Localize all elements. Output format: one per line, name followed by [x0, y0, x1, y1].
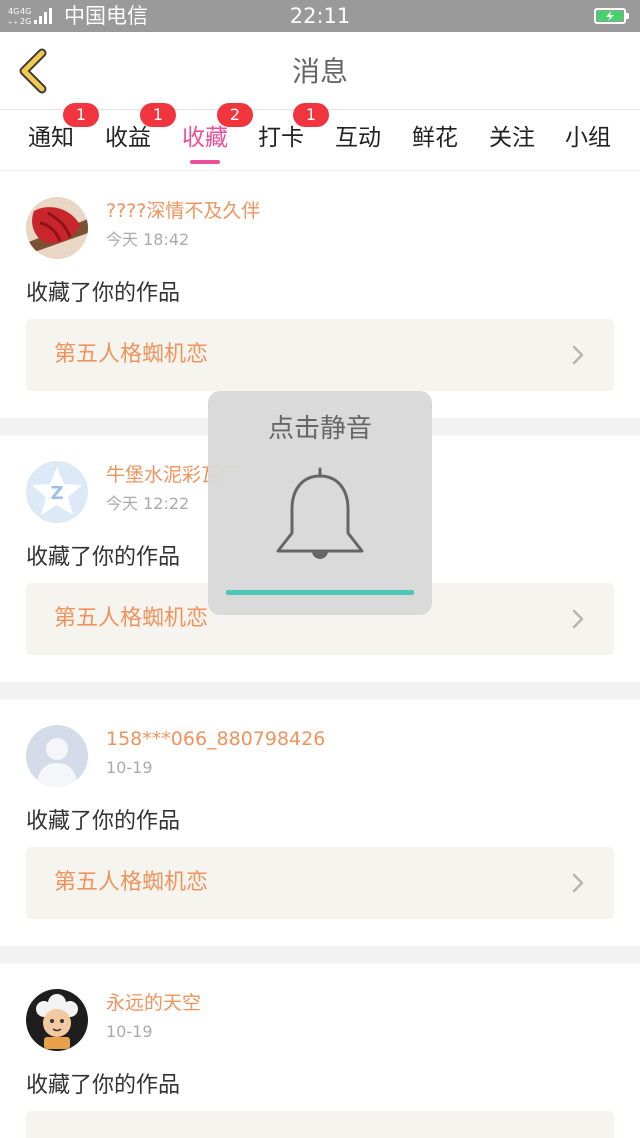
timestamp: 10-19: [106, 758, 153, 777]
timestamp: 今天 18:42: [106, 230, 190, 249]
work-link[interactable]: [26, 1111, 614, 1138]
work-title: 第五人格蜘机恋: [54, 342, 209, 367]
username[interactable]: 永远的天空: [106, 991, 201, 1015]
work-link[interactable]: 第五人格蜘机恋: [26, 319, 614, 391]
tab-earnings[interactable]: 收益 1: [98, 103, 176, 170]
timestamp: 今天 12:22: [106, 494, 190, 513]
tab-flowers[interactable]: 鲜花: [405, 110, 465, 170]
tab-label: 关注: [489, 125, 535, 151]
work-title: 第五人格蜘机恋: [54, 870, 209, 895]
work-title: 第五人格蜘机恋: [54, 606, 209, 631]
tab-groups[interactable]: 小组: [558, 110, 618, 170]
tab-follow[interactable]: 关注: [482, 110, 542, 170]
chevron-right-icon: [572, 609, 584, 629]
unread-badge: 2: [217, 103, 253, 127]
message-card: ????深情不及久伴 今天 18:42 收藏了你的作品 第五人格蜘机恋: [0, 171, 640, 418]
battery-charging-icon: [594, 8, 629, 24]
unread-badge: 1: [140, 103, 176, 127]
status-time: 22:11: [289, 4, 351, 28]
toast-text: 点击静音: [267, 414, 372, 444]
tab-interaction[interactable]: 互动: [328, 110, 388, 170]
tab-label: 鲜花: [412, 125, 458, 151]
svg-text:Z: Z: [50, 483, 63, 504]
unread-badge: 1: [293, 103, 329, 127]
timestamp: 10-19: [106, 1022, 153, 1041]
username[interactable]: 158***066_880798426: [106, 727, 325, 751]
action-text: 收藏了你的作品: [26, 1073, 181, 1098]
avatar[interactable]: Z: [26, 461, 88, 523]
action-text: 收藏了你的作品: [26, 809, 181, 834]
action-text: 收藏了你的作品: [26, 545, 181, 570]
avatar[interactable]: [26, 197, 88, 259]
chevron-right-icon: [572, 873, 584, 893]
header-bar: 消息: [0, 32, 640, 110]
avatar[interactable]: [26, 725, 88, 787]
mute-toast[interactable]: 点击静音: [208, 391, 432, 615]
action-text: 收藏了你的作品: [26, 281, 181, 306]
tab-label: 互动: [335, 125, 381, 151]
volume-bar: [226, 590, 414, 595]
message-card: 158***066_880798426 10-19 收藏了你的作品 第五人格蜘机…: [0, 699, 640, 946]
tab-bar: 通知 1 收益 1 收藏 2 打卡 1 互动 鲜花 关注 小组: [0, 103, 640, 170]
active-tab-indicator: [190, 160, 220, 164]
avatar[interactable]: [26, 989, 88, 1051]
tab-label: 小组: [565, 125, 611, 151]
chevron-right-icon: [572, 345, 584, 365]
tab-favorites[interactable]: 收藏 2: [175, 103, 253, 170]
tab-notification[interactable]: 通知 1: [21, 103, 99, 170]
page-title: 消息: [291, 55, 348, 88]
unread-badge: 1: [63, 103, 99, 127]
message-card: 永远的天空 10-19 收藏了你的作品: [0, 963, 640, 1138]
tab-checkin[interactable]: 打卡 1: [251, 103, 329, 170]
work-link[interactable]: 第五人格蜘机恋: [26, 847, 614, 919]
username[interactable]: ????深情不及久伴: [106, 199, 260, 223]
status-bar: 4G + + 4G 2G 中国电信 22:11: [0, 0, 640, 32]
bell-icon: [276, 467, 364, 559]
